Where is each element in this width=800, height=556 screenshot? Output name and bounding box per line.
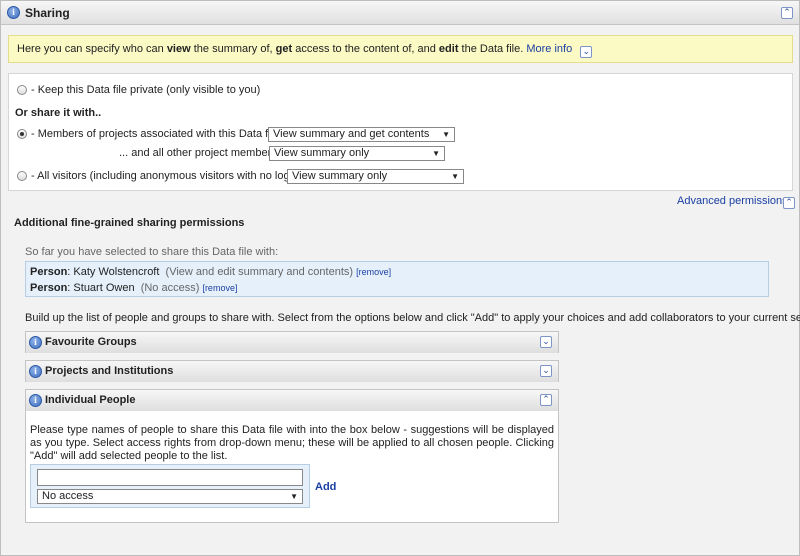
info-icon: i bbox=[7, 6, 20, 19]
more-info-link[interactable]: More info bbox=[526, 43, 572, 55]
visitors-access-value: View summary only bbox=[292, 170, 388, 182]
build-instructions: Build up the list of people and groups t… bbox=[25, 312, 800, 324]
info-notice: Here you can specify who can view the su… bbox=[8, 35, 793, 63]
sharing-header[interactable]: i Sharing ⌃ bbox=[1, 1, 799, 25]
notice-get: get bbox=[275, 43, 293, 55]
notice-text-4: the Data file. bbox=[458, 43, 527, 55]
add-people-button[interactable]: Add bbox=[315, 481, 336, 493]
remove-link[interactable]: [remove] bbox=[202, 283, 237, 293]
individual-people-title: Individual People bbox=[45, 394, 136, 406]
individual-people-description: Please type names of people to share thi… bbox=[30, 424, 554, 462]
shared-with-list: Person: Katy Wolstencroft (View and edit… bbox=[25, 261, 769, 297]
notice-text-1: Here you can specify who can bbox=[17, 43, 167, 55]
notice-text-3: access to the content of, and bbox=[292, 43, 439, 55]
shared-entry: Person: Katy Wolstencroft (View and edit… bbox=[30, 266, 391, 278]
remove-link[interactable]: [remove] bbox=[356, 267, 391, 277]
sharing-options: - Keep this Data file private (only visi… bbox=[8, 73, 793, 191]
dropdown-arrow-icon: ▼ bbox=[432, 149, 440, 158]
entry-name: Katy Wolstencroft bbox=[73, 266, 160, 278]
fine-grained-section: Additional fine-grained sharing permissi… bbox=[8, 211, 800, 546]
members-access-select[interactable]: View summary and get contents ▼ bbox=[268, 127, 455, 142]
notice-text-2: the summary of, bbox=[190, 43, 276, 55]
expand-icon[interactable]: ⌄ bbox=[540, 336, 552, 348]
dropdown-arrow-icon: ▼ bbox=[290, 492, 298, 501]
collapse-icon[interactable]: ⌃ bbox=[540, 394, 552, 406]
advanced-collapse-icon[interactable]: ⌃ bbox=[783, 197, 795, 209]
info-icon: i bbox=[29, 336, 42, 349]
individual-people-panel: i Individual People ⌃ Please type names … bbox=[25, 389, 559, 523]
others-access-value: View summary only bbox=[274, 147, 370, 159]
advanced-permissions-link[interactable]: Advanced permissions bbox=[677, 195, 788, 207]
notice-view: view bbox=[166, 43, 191, 55]
dropdown-arrow-icon: ▼ bbox=[451, 172, 459, 181]
dropdown-arrow-icon: ▼ bbox=[442, 130, 450, 139]
entry-access: (No access) bbox=[140, 282, 200, 294]
entry-access: (View and edit summary and contents) bbox=[165, 266, 354, 278]
so-far-hint: So far you have selected to share this D… bbox=[25, 246, 279, 258]
info-icon: i bbox=[29, 365, 42, 378]
members-access-value: View summary and get contents bbox=[273, 128, 430, 140]
members-label: - Members of projects associated with th… bbox=[31, 128, 283, 140]
people-search-input[interactable] bbox=[37, 469, 303, 486]
people-entry-box: No access ▼ bbox=[30, 464, 310, 508]
projects-panel: i Projects and Institutions ⌄ bbox=[25, 360, 559, 382]
visitors-radio[interactable] bbox=[17, 171, 27, 181]
sharing-frame: i Sharing ⌃ Here you can specify who can… bbox=[0, 0, 800, 556]
visitors-access-select[interactable]: View summary only ▼ bbox=[287, 169, 464, 184]
notice-edit: edit bbox=[438, 43, 459, 55]
panel-title: Sharing bbox=[25, 6, 70, 20]
others-label: ... and all other project members: bbox=[119, 147, 280, 159]
visitors-label: - All visitors (including anonymous visi… bbox=[31, 170, 305, 182]
expand-more-icon[interactable]: ⌄ bbox=[580, 46, 593, 58]
shared-entry: Person: Stuart Owen (No access) [remove] bbox=[30, 282, 237, 294]
fine-grained-heading: Additional fine-grained sharing permissi… bbox=[14, 217, 245, 229]
favourite-groups-header[interactable]: i Favourite Groups ⌄ bbox=[26, 332, 558, 353]
individual-people-header[interactable]: i Individual People ⌃ bbox=[26, 390, 558, 411]
others-access-select[interactable]: View summary only ▼ bbox=[269, 146, 445, 161]
favourite-groups-panel: i Favourite Groups ⌄ bbox=[25, 331, 559, 353]
people-access-select[interactable]: No access ▼ bbox=[37, 489, 303, 504]
collapse-icon[interactable]: ⌃ bbox=[781, 7, 793, 19]
info-icon: i bbox=[29, 394, 42, 407]
entry-kind: Person bbox=[30, 282, 68, 294]
favourite-groups-title: Favourite Groups bbox=[45, 336, 137, 348]
projects-header[interactable]: i Projects and Institutions ⌄ bbox=[26, 361, 558, 382]
projects-title: Projects and Institutions bbox=[45, 365, 174, 377]
share-heading: Or share it with.. bbox=[15, 107, 102, 119]
entry-name: Stuart Owen bbox=[73, 282, 135, 294]
people-access-value: No access bbox=[42, 490, 94, 502]
members-radio[interactable] bbox=[17, 129, 27, 139]
private-label: - Keep this Data file private (only visi… bbox=[31, 84, 261, 96]
private-radio[interactable] bbox=[17, 85, 27, 95]
expand-icon[interactable]: ⌄ bbox=[540, 365, 552, 377]
entry-kind: Person bbox=[30, 266, 68, 278]
